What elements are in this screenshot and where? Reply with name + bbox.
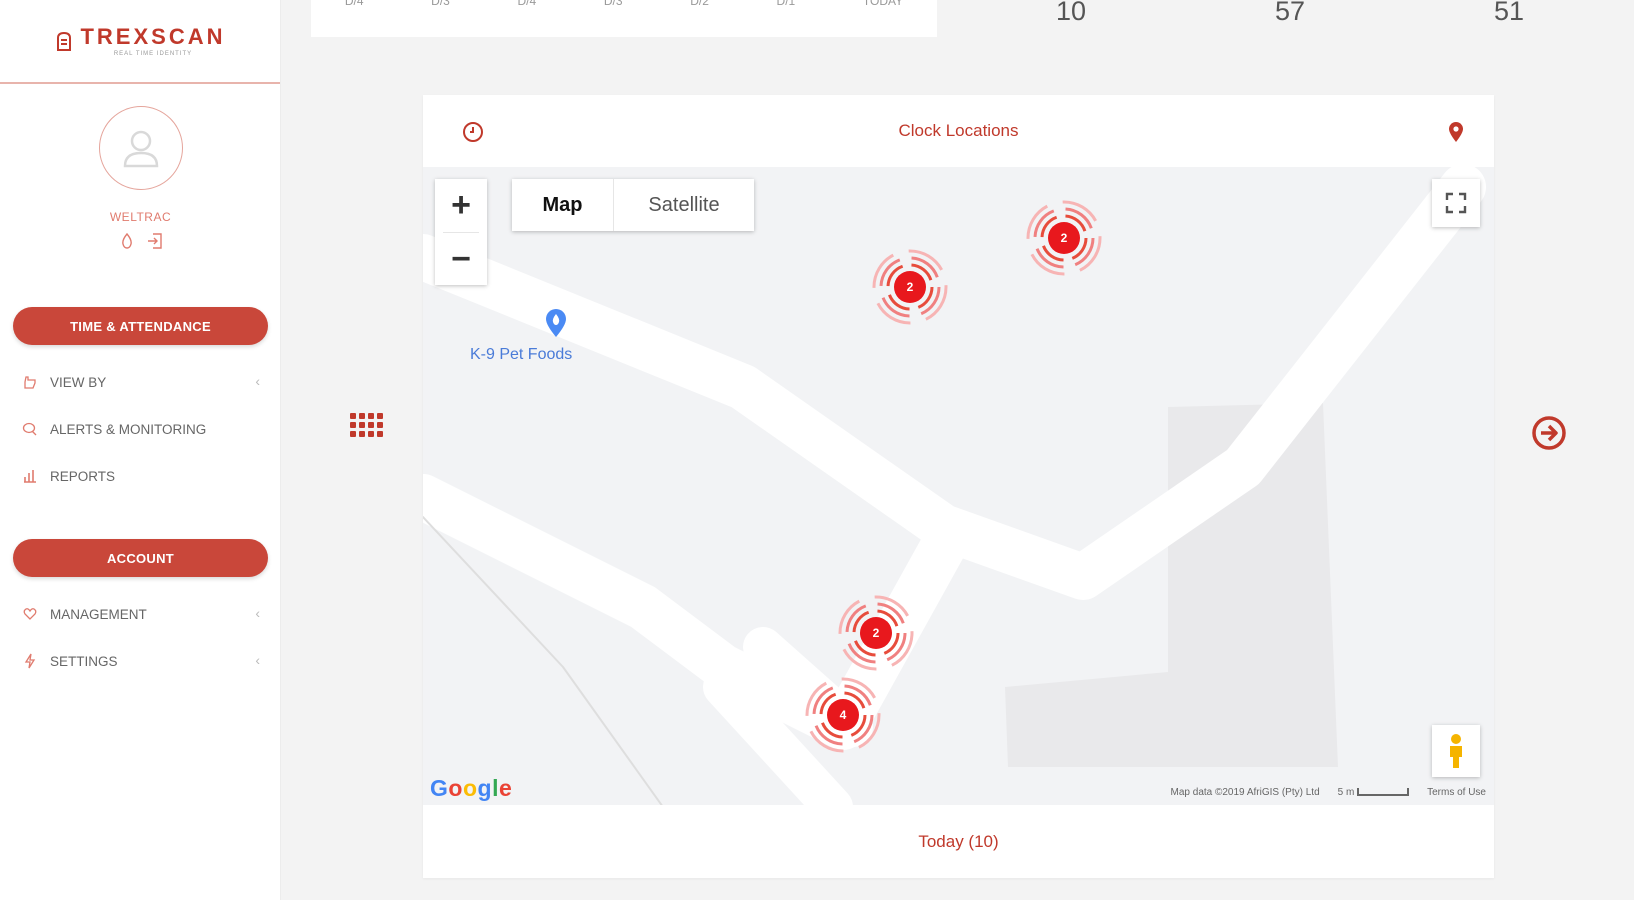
attribution-text: Map data ©2019 AfriGIS (Pty) Ltd	[1170, 787, 1320, 798]
chat-icon	[20, 419, 40, 439]
chevron-left-icon: ‹	[255, 373, 260, 389]
location-cluster[interactable]: 2	[836, 593, 916, 673]
sidebar-item-view-by[interactable]: VIEW BY ‹	[20, 369, 260, 395]
lightning-icon	[20, 651, 40, 671]
tick-label: D/3	[603, 0, 623, 8]
sidebar-item-label: MANAGEMENT	[50, 606, 147, 622]
clock-locations-card: Clock Locations K-9 Pet Foods 2 2 2 4 + …	[423, 95, 1494, 878]
map-scale: 5 m	[1338, 787, 1410, 798]
today-count-link[interactable]: Today (10)	[918, 832, 998, 852]
clock-icon[interactable]	[461, 120, 485, 144]
stat-value: 51	[1494, 0, 1525, 26]
zoom-out-button[interactable]: −	[435, 233, 487, 286]
location-cluster[interactable]: 2	[1024, 198, 1104, 278]
fullscreen-button[interactable]	[1432, 179, 1480, 227]
account-button[interactable]: ACCOUNT	[13, 539, 268, 577]
user-avatar-icon	[123, 130, 159, 168]
zoom-in-button[interactable]: +	[435, 179, 487, 232]
avatar[interactable]	[99, 106, 183, 190]
tick-label: D/1	[776, 0, 796, 8]
poi-label: K-9 Pet Foods	[470, 346, 573, 363]
trex-logo-icon	[57, 31, 72, 51]
logout-icon[interactable]	[146, 232, 164, 250]
map-type-control: Map Satellite	[512, 179, 754, 231]
map-type-map-button[interactable]: Map	[512, 179, 614, 231]
stat-value: 10	[1056, 0, 1087, 26]
google-logo: Google	[430, 775, 513, 801]
map-pin-icon	[546, 309, 567, 337]
brand-name: TREXSCAN	[80, 23, 226, 49]
tick-label: D/4	[517, 0, 537, 8]
poi-marker[interactable]: K-9 Pet Foods	[470, 307, 572, 364]
sidebar-item-alerts[interactable]: ALERTS & MONITORING	[20, 416, 260, 442]
brand-logo[interactable]: TREXSCAN REAL TIME IDENTITY	[0, 0, 280, 84]
location-pin-icon[interactable]	[1446, 120, 1466, 144]
card-title: Clock Locations	[898, 121, 1019, 140]
tick-label: TODAY	[862, 0, 904, 8]
hand-icon	[20, 372, 40, 392]
map-canvas[interactable]: K-9 Pet Foods 2 2 2 4 + − Map Satellite …	[423, 167, 1494, 805]
notification-icon[interactable]	[118, 232, 136, 250]
sidebar-item-settings[interactable]: SETTINGS ‹	[20, 648, 260, 674]
pegman-icon	[1450, 734, 1462, 768]
sidebar-item-label: REPORTS	[50, 468, 116, 484]
location-cluster[interactable]: 2	[870, 247, 950, 327]
user-actions	[0, 232, 281, 250]
map-roads	[423, 167, 1486, 805]
stat-value: 57	[1275, 0, 1306, 26]
cluster-count: 2	[906, 280, 914, 294]
chevron-left-icon: ‹	[255, 652, 260, 668]
map-type-satellite-button[interactable]: Satellite	[614, 179, 754, 231]
brand-tagline: REAL TIME IDENTITY	[113, 50, 193, 57]
sidebar-item-label: ALERTS & MONITORING	[50, 421, 207, 437]
tick-label: D/3	[431, 0, 450, 8]
bar-chart-icon	[20, 466, 40, 486]
sidebar-item-reports[interactable]: REPORTS	[20, 463, 260, 489]
location-cluster[interactable]: 4	[803, 675, 883, 755]
map-attribution: Map data ©2019 AfriGIS (Pty) Ltd 5 m Ter…	[1171, 787, 1486, 798]
sidebar-item-label: VIEW BY	[50, 374, 107, 390]
terms-link[interactable]: Terms of Use	[1427, 787, 1486, 798]
time-attendance-button[interactable]: TIME & ATTENDANCE	[13, 307, 268, 345]
heart-hand-icon	[20, 604, 40, 624]
chevron-left-icon: ‹	[255, 605, 260, 621]
street-view-button[interactable]	[1432, 725, 1480, 777]
fullscreen-icon	[1445, 192, 1467, 214]
sidebar-item-label: SETTINGS	[50, 653, 118, 669]
chart-ticks: D/4 D/3 D/4 D/3 D/2 D/1 TODAY	[311, 0, 937, 8]
grid-menu-icon[interactable]	[350, 413, 385, 443]
sidebar: TREXSCAN REAL TIME IDENTITY WELTRAC TIME…	[0, 0, 281, 900]
cluster-count: 2	[872, 626, 880, 640]
tick-label: D/4	[344, 0, 364, 8]
tick-label: D/2	[690, 0, 709, 8]
card-header: Clock Locations	[423, 95, 1494, 167]
attendance-chart-strip: D/4 D/3 D/4 D/3 D/2 D/1 TODAY	[311, 0, 937, 37]
cluster-count: 4	[839, 708, 847, 722]
card-footer: Today (10)	[423, 805, 1494, 878]
username: WELTRAC	[109, 210, 172, 224]
sidebar-item-management[interactable]: MANAGEMENT ‹	[20, 601, 260, 627]
cluster-count: 2	[1060, 231, 1068, 245]
next-arrow-icon[interactable]	[1531, 415, 1567, 451]
zoom-control: + −	[435, 179, 487, 285]
